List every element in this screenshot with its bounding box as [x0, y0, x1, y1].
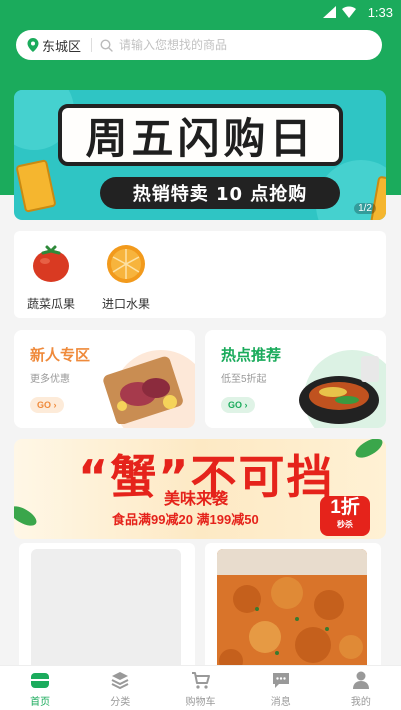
promo-card-new-user[interactable]: 新人专区 更多优惠 GO › — [14, 330, 195, 428]
search-bar: 东城区 — [16, 30, 382, 60]
product-card[interactable] — [205, 543, 381, 683]
tab-messages[interactable]: 消息 — [241, 666, 321, 710]
bottom-tab-bar: 首页 分类 购物车 消息 我的 — [0, 665, 401, 710]
banner-subtitle: 热销特卖 10 点抢购 — [132, 184, 308, 205]
profile-icon — [352, 671, 369, 689]
search-icon — [100, 38, 113, 52]
flash-sale-badge: 1折 秒杀 — [320, 496, 370, 536]
tab-profile[interactable]: 我的 — [321, 666, 401, 710]
tomato-icon — [33, 245, 69, 282]
status-time: 1:33 — [367, 5, 393, 20]
promo-go-button[interactable]: GO › — [221, 397, 255, 413]
promo-title: 热点推荐 — [221, 346, 282, 364]
product-image-snack — [217, 549, 367, 677]
category-panel: 蔬菜瓜果 进口水果 — [14, 231, 386, 318]
leaf-decoration — [14, 502, 40, 530]
category-item-imported-fruit[interactable]: 进口水果 — [91, 241, 161, 312]
banner-title-box: 周五闪购日 — [58, 104, 343, 166]
tab-home[interactable]: 首页 — [0, 666, 80, 710]
banner-subtitle-pill: 热销特卖 10 点抢购 — [100, 177, 340, 209]
status-bar: 1:33 — [0, 0, 401, 26]
tab-label: 我的 — [350, 697, 371, 708]
banner-pager: 1/2 — [354, 203, 376, 214]
cart-icon — [191, 672, 210, 689]
crab-banner-subtitle: 美味来袭 — [164, 489, 229, 508]
flash-sale-banner[interactable]: 周五闪购日 热销特卖 10 点抢购 1/2 — [14, 90, 386, 220]
meat-board-image — [103, 356, 183, 424]
location-label[interactable]: 东城区 — [42, 36, 81, 55]
promo-card-hot-picks[interactable]: 热点推荐 低至5折起 GO › — [205, 330, 386, 428]
tab-category[interactable]: 分类 — [80, 666, 160, 710]
promo-title: 新人专区 — [30, 346, 91, 364]
search-input[interactable] — [119, 38, 350, 52]
crab-banner-deal: 食品满99减20 满199减50 — [112, 512, 259, 527]
orange-icon — [107, 245, 145, 283]
category-label: 蔬菜瓜果 — [26, 297, 75, 311]
tab-label: 分类 — [110, 697, 131, 708]
tab-label: 首页 — [30, 697, 51, 708]
food-plate-image — [299, 356, 379, 424]
tab-label: 消息 — [270, 697, 291, 708]
category-item-vegetables[interactable]: 蔬菜瓜果 — [16, 241, 86, 312]
category-icon — [111, 672, 129, 690]
home-icon — [31, 673, 50, 688]
product-image-placeholder — [31, 549, 181, 677]
signal-icon — [323, 6, 336, 18]
crab-promo-banner[interactable]: “蟹”不可挡 美味来袭 食品满99减20 满199减50 1折 秒杀 — [14, 439, 386, 539]
leaf-decoration — [352, 439, 386, 462]
location-pin-icon[interactable] — [27, 38, 39, 52]
category-label: 进口水果 — [101, 297, 150, 311]
product-card[interactable] — [19, 543, 195, 683]
snack-pack-image — [15, 159, 57, 213]
tab-label: 购物车 — [185, 697, 216, 708]
message-icon — [272, 673, 289, 688]
wifi-icon — [342, 6, 356, 18]
banner-title: 周五闪购日 — [85, 113, 316, 163]
promo-go-button[interactable]: GO › — [30, 397, 64, 413]
tab-cart[interactable]: 购物车 — [160, 666, 240, 710]
location-divider — [91, 38, 93, 52]
promo-subtitle: 低至5折起 — [221, 374, 267, 385]
promo-subtitle: 更多优惠 — [30, 374, 70, 385]
